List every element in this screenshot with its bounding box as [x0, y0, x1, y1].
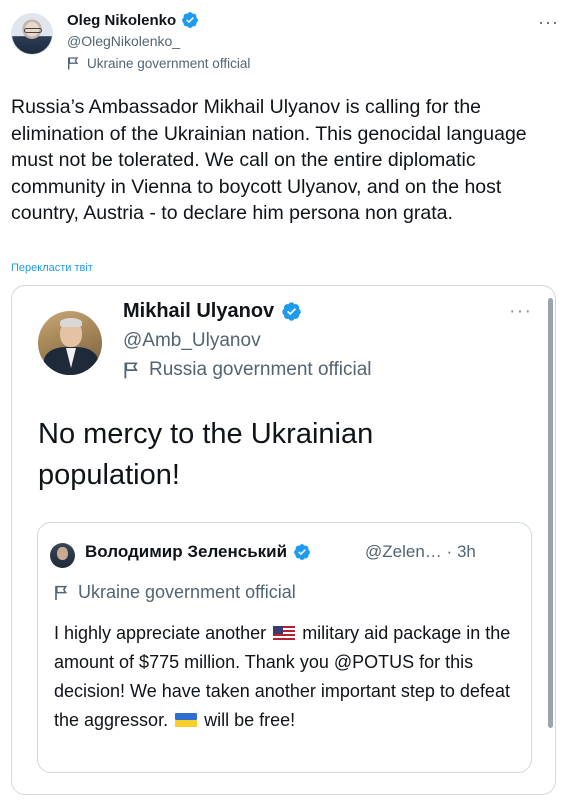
quoted-author-name[interactable]: Mikhail Ulyanov [123, 300, 274, 323]
translate-tweet-link[interactable]: Перекласти твіт [11, 262, 93, 274]
nested-quote-card[interactable]: Володимир Зеленський @Zelen… · 3h Ukrain… [37, 522, 532, 773]
tweet-text: Russia’s Ambassador Mikhail Ulyanov is c… [11, 96, 527, 224]
quoted-author-name-row: Mikhail Ulyanov [123, 300, 302, 323]
author-handle[interactable]: @OlegNikolenko_ [67, 33, 180, 49]
nested-text-part3: will be free! [204, 710, 296, 730]
quoted-avatar[interactable] [38, 311, 102, 375]
nested-meta: @Zelen… · 3h [365, 542, 476, 562]
flag-icon [124, 361, 138, 378]
ukraine-flag-icon [175, 713, 198, 727]
verified-badge-icon [282, 302, 301, 321]
verified-badge-icon [294, 544, 310, 560]
quoted-tweet-card[interactable]: Mikhail Ulyanov @Amb_Ulyanov Russia gove… [11, 285, 556, 795]
flag-icon [68, 57, 79, 70]
government-label-text: Ukraine government official [87, 56, 251, 71]
nested-text-part1: I highly appreciate another [54, 623, 267, 643]
avatar-hair [60, 318, 82, 327]
nested-avatar[interactable] [50, 543, 75, 568]
nested-tweet-text: I highly appreciate another military aid… [54, 619, 524, 735]
author-name[interactable]: Oleg Nikolenko [67, 12, 176, 29]
scrollbar[interactable] [548, 298, 553, 728]
author-name-row: Oleg Nikolenko [67, 11, 199, 29]
avatar-glasses [24, 28, 42, 33]
verified-badge-icon [182, 12, 199, 28]
nested-author-name-row: Володимир Зеленський [85, 542, 311, 562]
quoted-more-options-icon[interactable]: ··· [509, 300, 532, 323]
flag-icon [55, 585, 68, 600]
nested-author-handle[interactable]: @Zelen… [365, 542, 442, 561]
avatar-face [57, 547, 68, 560]
nested-government-label-text: Ukraine government official [78, 582, 296, 602]
avatar[interactable] [11, 13, 53, 55]
tweet: Oleg Nikolenko @OlegNikolenko_ Ukraine g… [0, 0, 577, 800]
us-flag-icon [273, 626, 296, 640]
quoted-government-label-text: Russia government official [149, 359, 372, 380]
nested-author-name[interactable]: Володимир Зеленський [85, 542, 287, 562]
nested-government-label: Ukraine government official [54, 582, 296, 603]
separator-dot: · [446, 542, 453, 561]
quoted-author-handle[interactable]: @Amb_Ulyanov [123, 330, 261, 352]
government-label: Ukraine government official [67, 56, 250, 71]
more-options-icon[interactable]: ··· [538, 12, 559, 33]
quoted-tweet-text: No mercy to the Ukrainian population! [38, 418, 374, 491]
timestamp[interactable]: 3h [457, 542, 476, 561]
quoted-government-label: Russia government official [123, 359, 371, 381]
